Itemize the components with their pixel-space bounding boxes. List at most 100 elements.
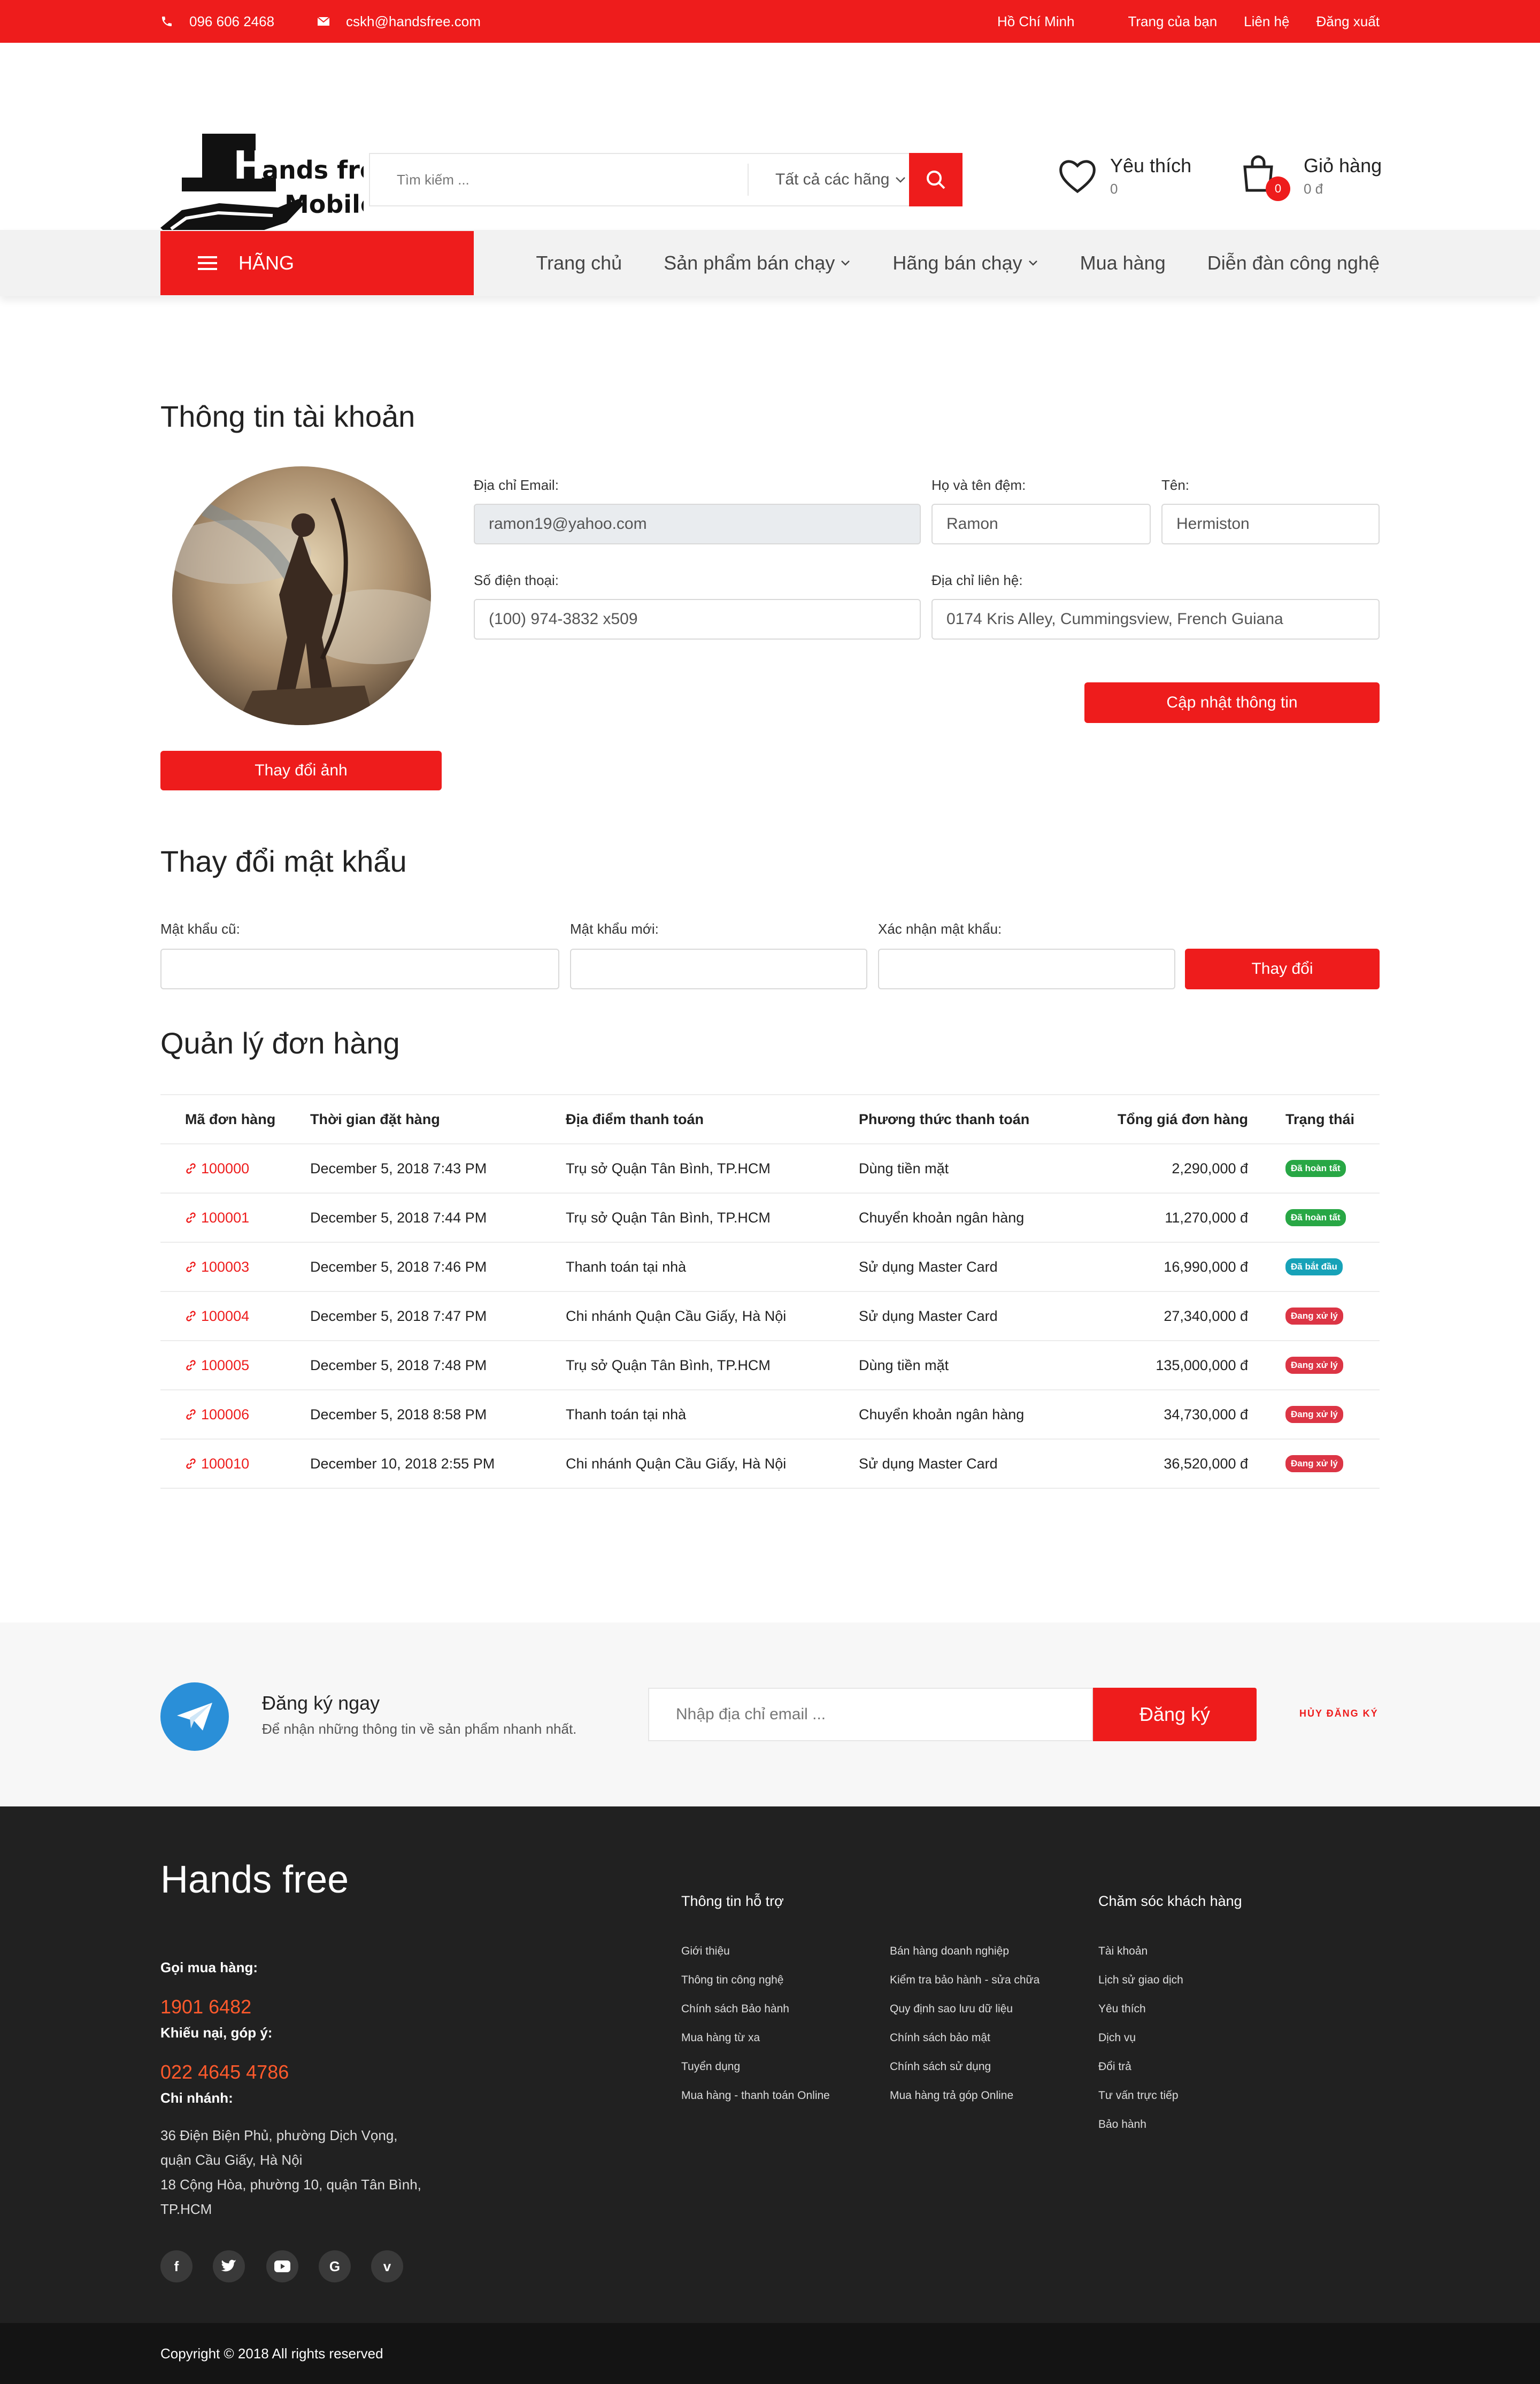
change-photo-button[interactable]: Thay đổi ảnh bbox=[160, 751, 442, 790]
middle-name-field[interactable]: Ramon bbox=[931, 504, 1151, 544]
change-password-button[interactable]: Thay đổi bbox=[1185, 949, 1380, 989]
search-button[interactable] bbox=[909, 153, 962, 206]
email-contact[interactable]: cskh@handsfree.com bbox=[317, 13, 481, 30]
orders-title: Quản lý đơn hàng bbox=[160, 1026, 400, 1060]
twitter-icon[interactable] bbox=[213, 2250, 245, 2282]
col-order-total: Tổng giá đơn hàng bbox=[1117, 1111, 1248, 1127]
footer-support-link[interactable]: Kiểm tra bảo hành - sửa chữa bbox=[890, 1966, 1040, 1995]
status-badge: Đã hoàn tất bbox=[1285, 1209, 1346, 1226]
footer-support-link[interactable]: Bán hàng doanh nghiệp bbox=[890, 1937, 1040, 1966]
link-icon bbox=[186, 1360, 196, 1371]
order-time: December 5, 2018 7:48 PM bbox=[310, 1357, 487, 1373]
order-id-link[interactable]: 100003 bbox=[185, 1243, 249, 1291]
cart-total: 0 đ bbox=[1304, 181, 1323, 197]
footer-care-link[interactable]: Dịch vụ bbox=[1098, 2024, 1183, 2052]
order-id-link[interactable]: 100000 bbox=[185, 1144, 249, 1193]
call-number[interactable]: 1901 6482 bbox=[160, 1996, 251, 2018]
order-status-cell: Đang xử lý bbox=[1285, 1292, 1343, 1340]
order-place: Trụ sở Quận Tân Bình, TP.HCM bbox=[566, 1357, 771, 1373]
footer-support-link[interactable]: Chính sách bảo mật bbox=[890, 2024, 1040, 2052]
city-selector[interactable]: Hồ Chí Minh bbox=[997, 13, 1075, 30]
first-name-label: Tên: bbox=[1161, 477, 1190, 493]
footer-care-link[interactable]: Lịch sử giao dịch bbox=[1098, 1966, 1183, 1995]
footer-support-link[interactable]: Chính sách sử dụng bbox=[890, 2052, 1040, 2081]
newsletter-email-input[interactable]: Nhập địa chỉ email ... bbox=[648, 1688, 1093, 1741]
col-payment-place: Địa điểm thanh toán bbox=[566, 1111, 704, 1127]
table-row: 100004 December 5, 2018 7:47 PM Chi nhánh … bbox=[160, 1292, 1380, 1341]
facebook-icon[interactable]: f bbox=[160, 2250, 192, 2282]
order-total: 36,520,000 đ bbox=[1164, 1455, 1248, 1472]
middle-name-label: Họ và tên đệm: bbox=[931, 477, 1026, 493]
cart-badge: 0 bbox=[1266, 176, 1290, 201]
nav-buy[interactable]: Mua hàng bbox=[1080, 252, 1166, 274]
nav-bestsellers[interactable]: Sản phẩm bán chạy bbox=[664, 252, 851, 274]
new-password-field[interactable] bbox=[570, 949, 867, 989]
footer-support-link[interactable]: Mua hàng - thanh toán Online bbox=[681, 2081, 830, 2110]
wishlist[interactable]: Yêu thích 0 bbox=[1058, 155, 1191, 197]
table-header: Mã đơn hàng Thời gian đặt hàng Địa điểm … bbox=[160, 1094, 1380, 1144]
footer-support-link[interactable]: Mua hàng từ xa bbox=[681, 2024, 830, 2052]
link-my-page[interactable]: Trang của bạn bbox=[1128, 13, 1217, 30]
old-password-field[interactable] bbox=[160, 949, 559, 989]
email-field[interactable]: ramon19@yahoo.com bbox=[474, 504, 921, 544]
footer-support-link[interactable]: Giới thiệu bbox=[681, 1937, 830, 1966]
link-logout[interactable]: Đăng xuất bbox=[1316, 13, 1380, 30]
link-contact[interactable]: Liên hệ bbox=[1244, 13, 1289, 30]
footer-care-link[interactable]: Đổi trả bbox=[1098, 2052, 1183, 2081]
footer-support-link[interactable]: Quy định sao lưu dữ liệu bbox=[890, 1995, 1040, 2024]
status-badge: Đã bắt đầu bbox=[1285, 1258, 1343, 1275]
site-logo[interactable]: ands free H Mobile bbox=[160, 133, 393, 245]
confirm-password-field[interactable] bbox=[878, 949, 1175, 989]
footer-care-link[interactable]: Tư vấn trực tiếp bbox=[1098, 2081, 1183, 2110]
search-input[interactable]: Tìm kiếm ... bbox=[370, 172, 748, 188]
link-icon bbox=[186, 1212, 196, 1223]
phone-field[interactable]: (100) 974-3832 x509 bbox=[474, 599, 921, 640]
address-field[interactable]: 0174 Kris Alley, Cummingsview, French Gu… bbox=[931, 599, 1380, 640]
order-id-link[interactable]: 100010 bbox=[185, 1440, 249, 1488]
footer-support-link[interactable]: Chính sách Bảo hành bbox=[681, 1995, 830, 2024]
nav-top-brands[interactable]: Hãng bán chạy bbox=[892, 252, 1038, 274]
footer-care-link[interactable]: Bảo hành bbox=[1098, 2110, 1183, 2139]
status-badge: Đang xử lý bbox=[1285, 1455, 1343, 1472]
table-row: 100005 December 5, 2018 7:48 PM Trụ sở Quậ… bbox=[160, 1341, 1380, 1390]
phone-icon bbox=[162, 17, 172, 26]
copyright-text: Copyright © 2018 All rights reserved bbox=[160, 2345, 383, 2362]
branch-line: TP.HCM bbox=[160, 2201, 212, 2217]
update-info-button[interactable]: Cập nhật thông tin bbox=[1084, 682, 1380, 723]
google-icon[interactable]: G bbox=[319, 2250, 351, 2282]
order-status-cell: Đã bắt đầu bbox=[1285, 1243, 1343, 1291]
nav-top-brands-label: Hãng bán chạy bbox=[892, 252, 1022, 274]
complaint-number[interactable]: 022 4645 4786 bbox=[160, 2061, 289, 2083]
footer-support-link[interactable]: Mua hàng trả góp Online bbox=[890, 2081, 1040, 2110]
newsletter-subscribe-button[interactable]: Đăng ký bbox=[1093, 1688, 1257, 1741]
order-id-link[interactable]: 100005 bbox=[185, 1341, 249, 1389]
order-place: Trụ sở Quận Tân Bình, TP.HCM bbox=[566, 1209, 771, 1226]
address-label: Địa chỉ liên hệ: bbox=[931, 572, 1023, 588]
status-badge: Đã hoàn tất bbox=[1285, 1160, 1346, 1177]
footer-care-link[interactable]: Yêu thích bbox=[1098, 1995, 1183, 2024]
youtube-icon[interactable] bbox=[266, 2250, 298, 2282]
nav-forum[interactable]: Diễn đàn công nghệ bbox=[1207, 252, 1380, 274]
wishlist-count: 0 bbox=[1110, 181, 1118, 197]
footer-care-link[interactable]: Tài khoản bbox=[1098, 1937, 1183, 1966]
newsletter-title: Đăng ký ngay bbox=[262, 1692, 380, 1714]
vimeo-icon[interactable]: v bbox=[371, 2250, 403, 2282]
order-id: 100001 bbox=[201, 1209, 250, 1226]
nav-bestsellers-label: Sản phẩm bán chạy bbox=[664, 252, 835, 274]
email-text: cskh@handsfree.com bbox=[346, 13, 481, 29]
order-id-link[interactable]: 100006 bbox=[185, 1390, 249, 1439]
footer-support-link[interactable]: Tuyển dụng bbox=[681, 2052, 830, 2081]
brand-menu-label: HÃNG bbox=[238, 252, 295, 274]
order-status-cell: Đang xử lý bbox=[1285, 1440, 1343, 1488]
brand-menu-button[interactable]: HÃNG bbox=[160, 231, 474, 295]
footer-support-link[interactable]: Thông tin công nghệ bbox=[681, 1966, 830, 1995]
phone-text: 096 606 2468 bbox=[189, 13, 275, 29]
cart[interactable]: 0 Giỏ hàng 0 đ bbox=[1242, 155, 1382, 201]
order-id-link[interactable]: 100001 bbox=[185, 1194, 249, 1242]
order-id-link[interactable]: 100004 bbox=[185, 1292, 249, 1340]
first-name-field[interactable]: Hermiston bbox=[1161, 504, 1380, 544]
order-time: December 5, 2018 7:46 PM bbox=[310, 1258, 487, 1275]
unsubscribe-link[interactable]: HỦY ĐĂNG KÝ bbox=[1299, 1708, 1379, 1719]
phone-contact[interactable]: 096 606 2468 bbox=[160, 13, 274, 30]
nav-home[interactable]: Trang chủ bbox=[536, 252, 622, 274]
